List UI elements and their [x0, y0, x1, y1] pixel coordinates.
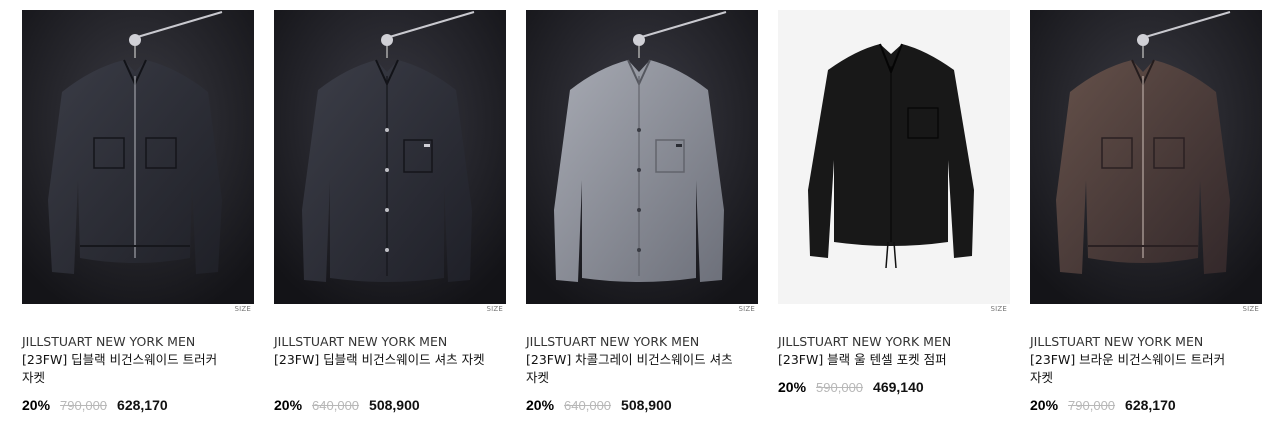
- product-card[interactable]: SIZE JILLSTUART NEW YORK MEN [23FW] 딥블랙 …: [22, 10, 254, 430]
- product-card[interactable]: SIZE JILLSTUART NEW YORK MEN [23FW] 블랙 울…: [778, 10, 1010, 430]
- price-row: 20% 590,000 469,140: [778, 379, 1010, 395]
- jacket-image: [22, 10, 254, 304]
- sale-price: 469,140: [873, 379, 924, 395]
- jacket-image: [778, 10, 1010, 304]
- original-price: 640,000: [564, 398, 612, 413]
- discount-rate: 20%: [778, 379, 807, 395]
- product-card[interactable]: SIZE JILLSTUART NEW YORK MEN [23FW] 차콜그레…: [526, 10, 758, 430]
- product-name[interactable]: [23FW] 블랙 울 텐셀 포켓 점퍼: [778, 351, 998, 369]
- sale-price: 508,900: [369, 397, 420, 413]
- product-image[interactable]: [526, 10, 758, 304]
- sale-price: 628,170: [1125, 397, 1176, 413]
- size-label: SIZE: [1242, 305, 1259, 313]
- product-image[interactable]: [274, 10, 506, 304]
- size-label: SIZE: [990, 305, 1007, 313]
- original-price: 590,000: [816, 380, 864, 395]
- product-brand[interactable]: JILLSTUART NEW YORK MEN: [1030, 333, 1262, 351]
- jacket-image: [1030, 10, 1262, 304]
- product-brand[interactable]: JILLSTUART NEW YORK MEN: [778, 333, 1010, 351]
- discount-rate: 20%: [274, 397, 303, 413]
- size-label: SIZE: [486, 305, 503, 313]
- size-label: SIZE: [234, 305, 251, 313]
- price-row: 20% 790,000 628,170: [22, 397, 254, 413]
- price-row: 20% 790,000 628,170: [1030, 397, 1262, 413]
- original-price: 790,000: [60, 398, 108, 413]
- jacket-image: [526, 10, 758, 304]
- price-row: 20% 640,000 508,900: [526, 397, 758, 413]
- original-price: 790,000: [1068, 398, 1116, 413]
- size-label: SIZE: [738, 305, 755, 313]
- discount-rate: 20%: [1030, 397, 1059, 413]
- product-name[interactable]: [23FW] 브라운 비건스웨이드 트러커 자켓: [1030, 351, 1250, 387]
- product-image[interactable]: [22, 10, 254, 304]
- sale-price: 508,900: [621, 397, 672, 413]
- product-image[interactable]: [1030, 10, 1262, 304]
- original-price: 640,000: [312, 398, 360, 413]
- product-brand[interactable]: JILLSTUART NEW YORK MEN: [526, 333, 758, 351]
- product-image[interactable]: [778, 10, 1010, 304]
- product-brand[interactable]: JILLSTUART NEW YORK MEN: [274, 333, 506, 351]
- product-brand[interactable]: JILLSTUART NEW YORK MEN: [22, 333, 254, 351]
- product-card[interactable]: SIZE JILLSTUART NEW YORK MEN [23FW] 딥블랙 …: [274, 10, 506, 430]
- product-name[interactable]: [23FW] 딥블랙 비건스웨이드 트러커 자켓: [22, 351, 242, 387]
- price-row: 20% 640,000 508,900: [274, 397, 506, 413]
- jacket-image: [274, 10, 506, 304]
- product-card[interactable]: SIZE JILLSTUART NEW YORK MEN [23FW] 브라운 …: [1030, 10, 1262, 430]
- product-grid: SIZE JILLSTUART NEW YORK MEN [23FW] 딥블랙 …: [22, 10, 1262, 430]
- product-name[interactable]: [23FW] 차콜그레이 비건스웨이드 셔츠 자켓: [526, 351, 746, 387]
- discount-rate: 20%: [22, 397, 51, 413]
- discount-rate: 20%: [526, 397, 555, 413]
- sale-price: 628,170: [117, 397, 168, 413]
- product-name[interactable]: [23FW] 딥블랙 비건스웨이드 셔츠 자켓: [274, 351, 494, 387]
